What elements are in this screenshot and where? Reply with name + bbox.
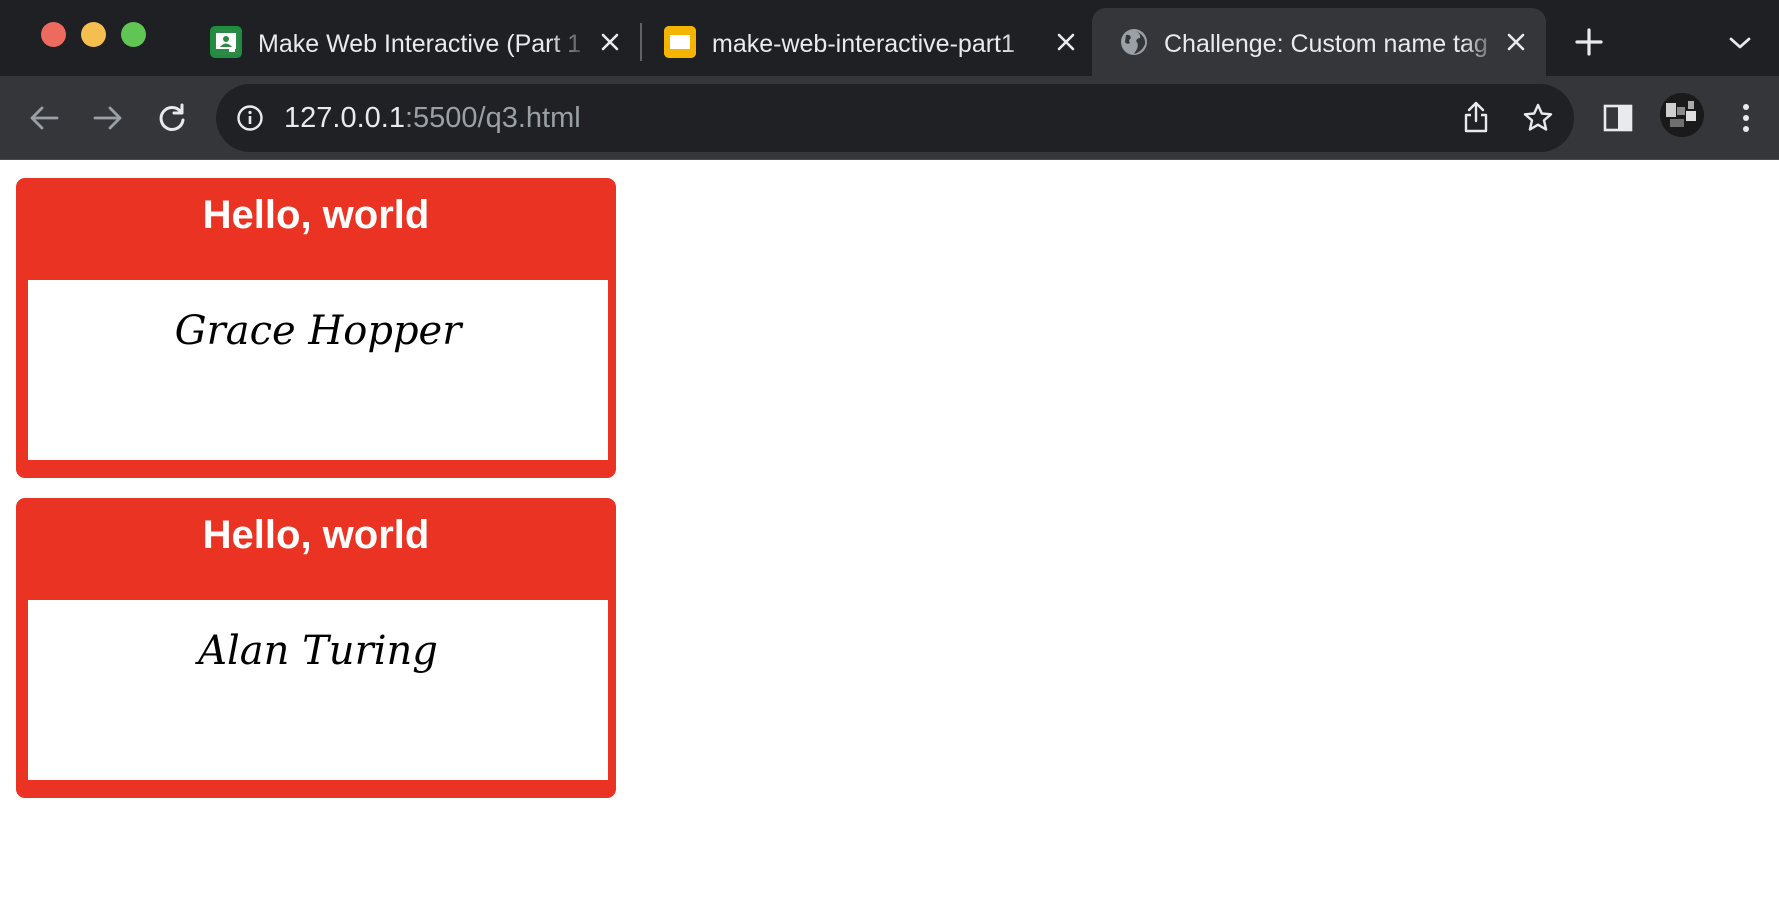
tab-title: make-web-interactive-part1 bbox=[712, 30, 1015, 58]
close-tab-icon[interactable] bbox=[596, 28, 624, 56]
side-panel-icon[interactable] bbox=[1598, 98, 1638, 138]
tab-strip: Make Web Interactive (Part 1) make-web-i… bbox=[0, 0, 1779, 76]
name-tag: Hello, world Alan Turing bbox=[16, 498, 616, 798]
globe-icon bbox=[1118, 26, 1150, 58]
browser-toolbar: 127.0.0.1:5500/q3.html bbox=[0, 76, 1779, 160]
url-host: 127.0.0.1 bbox=[284, 102, 405, 134]
classroom-icon bbox=[210, 26, 242, 58]
name-tag-greeting: Hello, world bbox=[202, 193, 430, 237]
close-tab-icon[interactable] bbox=[1052, 28, 1080, 56]
name-tag-name-box: Grace Hopper bbox=[28, 280, 608, 460]
slides-icon bbox=[664, 26, 696, 58]
more-menu-icon[interactable] bbox=[1726, 98, 1766, 138]
new-tab-button[interactable] bbox=[1571, 24, 1607, 60]
tab-make-web-interactive-part1[interactable]: make-web-interactive-part1 bbox=[664, 8, 1084, 76]
tab-make-web-interactive[interactable]: Make Web Interactive (Part 1) bbox=[210, 8, 630, 76]
name-tag-name: Alan Turing bbox=[198, 628, 438, 674]
forward-arrow-icon[interactable] bbox=[88, 98, 128, 138]
chevron-down-icon[interactable] bbox=[1725, 28, 1755, 58]
tab-title: Make Web Interactive (Part 1) bbox=[258, 30, 580, 58]
reload-icon[interactable] bbox=[152, 98, 192, 138]
name-tag: Hello, world Grace Hopper bbox=[16, 178, 616, 478]
tab-title: Challenge: Custom name tag bbox=[1164, 30, 1488, 58]
url-path: :5500/q3.html bbox=[404, 102, 581, 134]
name-tag-name-box: Alan Turing bbox=[28, 600, 608, 780]
tab-separator bbox=[640, 23, 642, 61]
bookmark-star-icon[interactable] bbox=[1522, 102, 1554, 139]
address-bar[interactable]: 127.0.0.1:5500/q3.html bbox=[216, 84, 1574, 152]
back-arrow-icon[interactable] bbox=[24, 98, 64, 138]
name-tag-greeting: Hello, world bbox=[202, 513, 430, 557]
close-tab-icon[interactable] bbox=[1502, 28, 1530, 56]
zoom-window-button[interactable] bbox=[121, 22, 146, 47]
tab-challenge-custom-name-tag[interactable]: Challenge: Custom name tag bbox=[1092, 8, 1546, 76]
share-icon[interactable] bbox=[1462, 100, 1490, 139]
profile-avatar[interactable] bbox=[1660, 93, 1704, 137]
minimize-window-button[interactable] bbox=[81, 22, 106, 47]
browser-window: Make Web Interactive (Part 1) make-web-i… bbox=[0, 0, 1779, 923]
name-tag-name: Grace Hopper bbox=[174, 308, 462, 354]
site-info-icon[interactable] bbox=[236, 104, 264, 137]
close-window-button[interactable] bbox=[41, 22, 66, 47]
url-text[interactable]: 127.0.0.1:5500/q3.html bbox=[284, 101, 581, 135]
page-content: Hello, world Grace Hopper Hello, world A… bbox=[0, 160, 1779, 923]
